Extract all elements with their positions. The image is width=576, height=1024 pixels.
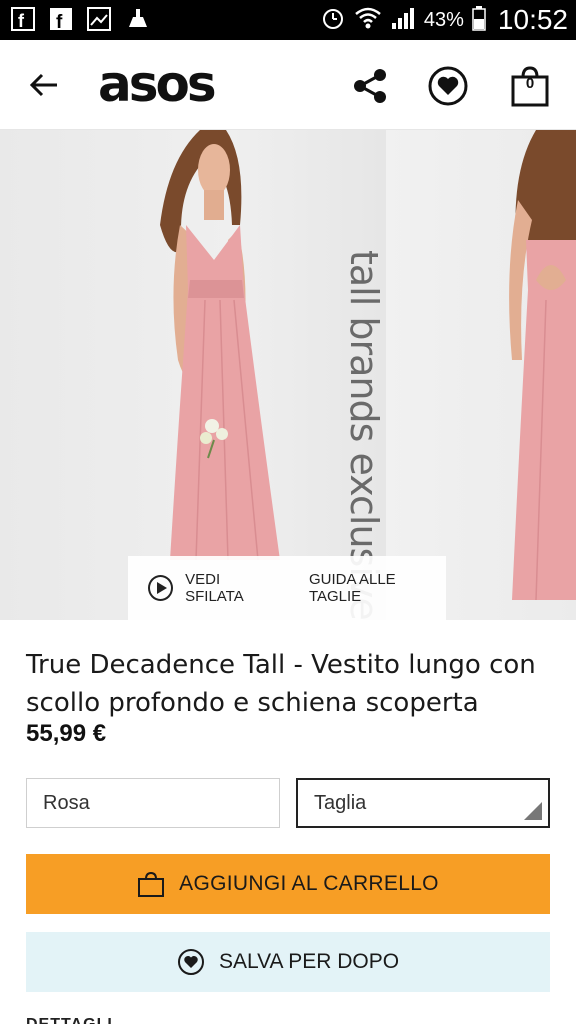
dress-model-image: [160, 130, 280, 561]
battery-percent: 43%: [423, 8, 464, 31]
share-icon: [354, 69, 386, 103]
svg-text:f: f: [18, 11, 25, 31]
dropdown-arrow-icon: [524, 802, 542, 820]
status-bar: f f 43% 10:52: [0, 0, 576, 40]
product-image-gallery[interactable]: tall brands exclusive VEDI SFILATA GUIDA…: [0, 130, 576, 620]
dress-back-image: [509, 130, 576, 601]
saved-items-button[interactable]: [424, 62, 472, 110]
add-to-bag-button[interactable]: AGGIUNGI AL CARRELLO: [26, 854, 550, 914]
product-price: 55,99 €: [26, 720, 107, 747]
facebook-notification-icon: f: [48, 6, 74, 32]
clock: 10:52: [497, 4, 568, 35]
size-select[interactable]: Taglia: [296, 778, 550, 828]
save-for-later-label: SALVA PER DOPO: [218, 950, 400, 973]
heart-icon: [177, 948, 205, 976]
facebook-notification-icon: f: [10, 6, 36, 32]
back-arrow-icon: [29, 73, 57, 97]
colour-select[interactable]: Rosa: [26, 778, 280, 828]
share-button[interactable]: [346, 62, 394, 110]
app-header: asos 0: [0, 40, 576, 130]
gallery-notification-icon: [86, 6, 112, 32]
bag-count: 0: [525, 75, 535, 92]
bag-button[interactable]: 0: [506, 62, 554, 110]
battery-icon: [472, 5, 486, 36]
product-title: True Decadence Tall - Vestito lungo con …: [26, 650, 536, 718]
size-guide-link[interactable]: GUIDA ALLE TAGLIE: [309, 571, 446, 605]
bag-icon: [137, 870, 165, 898]
product-image[interactable]: [0, 130, 386, 620]
next-product-image[interactable]: [386, 130, 576, 620]
asos-logo[interactable]: asos: [98, 54, 217, 114]
play-icon[interactable]: [148, 575, 174, 601]
heart-icon: [428, 66, 468, 106]
wifi-icon: [354, 5, 382, 36]
save-for-later-button[interactable]: SALVA PER DOPO: [26, 932, 550, 992]
back-button[interactable]: [20, 62, 68, 108]
video-size-bar: VEDI SFILATA GUIDA ALLE TAGLIE: [128, 556, 446, 620]
svg-text:f: f: [56, 12, 63, 31]
add-to-bag-label: AGGIUNGI AL CARRELLO: [179, 872, 439, 895]
size-placeholder: Taglia: [314, 791, 367, 814]
watch-catwalk-link[interactable]: VEDI SFILATA: [185, 571, 279, 605]
cleaner-notification-icon: [124, 6, 150, 32]
signal-icon: [390, 5, 416, 36]
details-heading[interactable]: DETTAGLI: [26, 1016, 113, 1024]
alarm-icon: [320, 5, 346, 36]
colour-value: Rosa: [43, 791, 90, 814]
